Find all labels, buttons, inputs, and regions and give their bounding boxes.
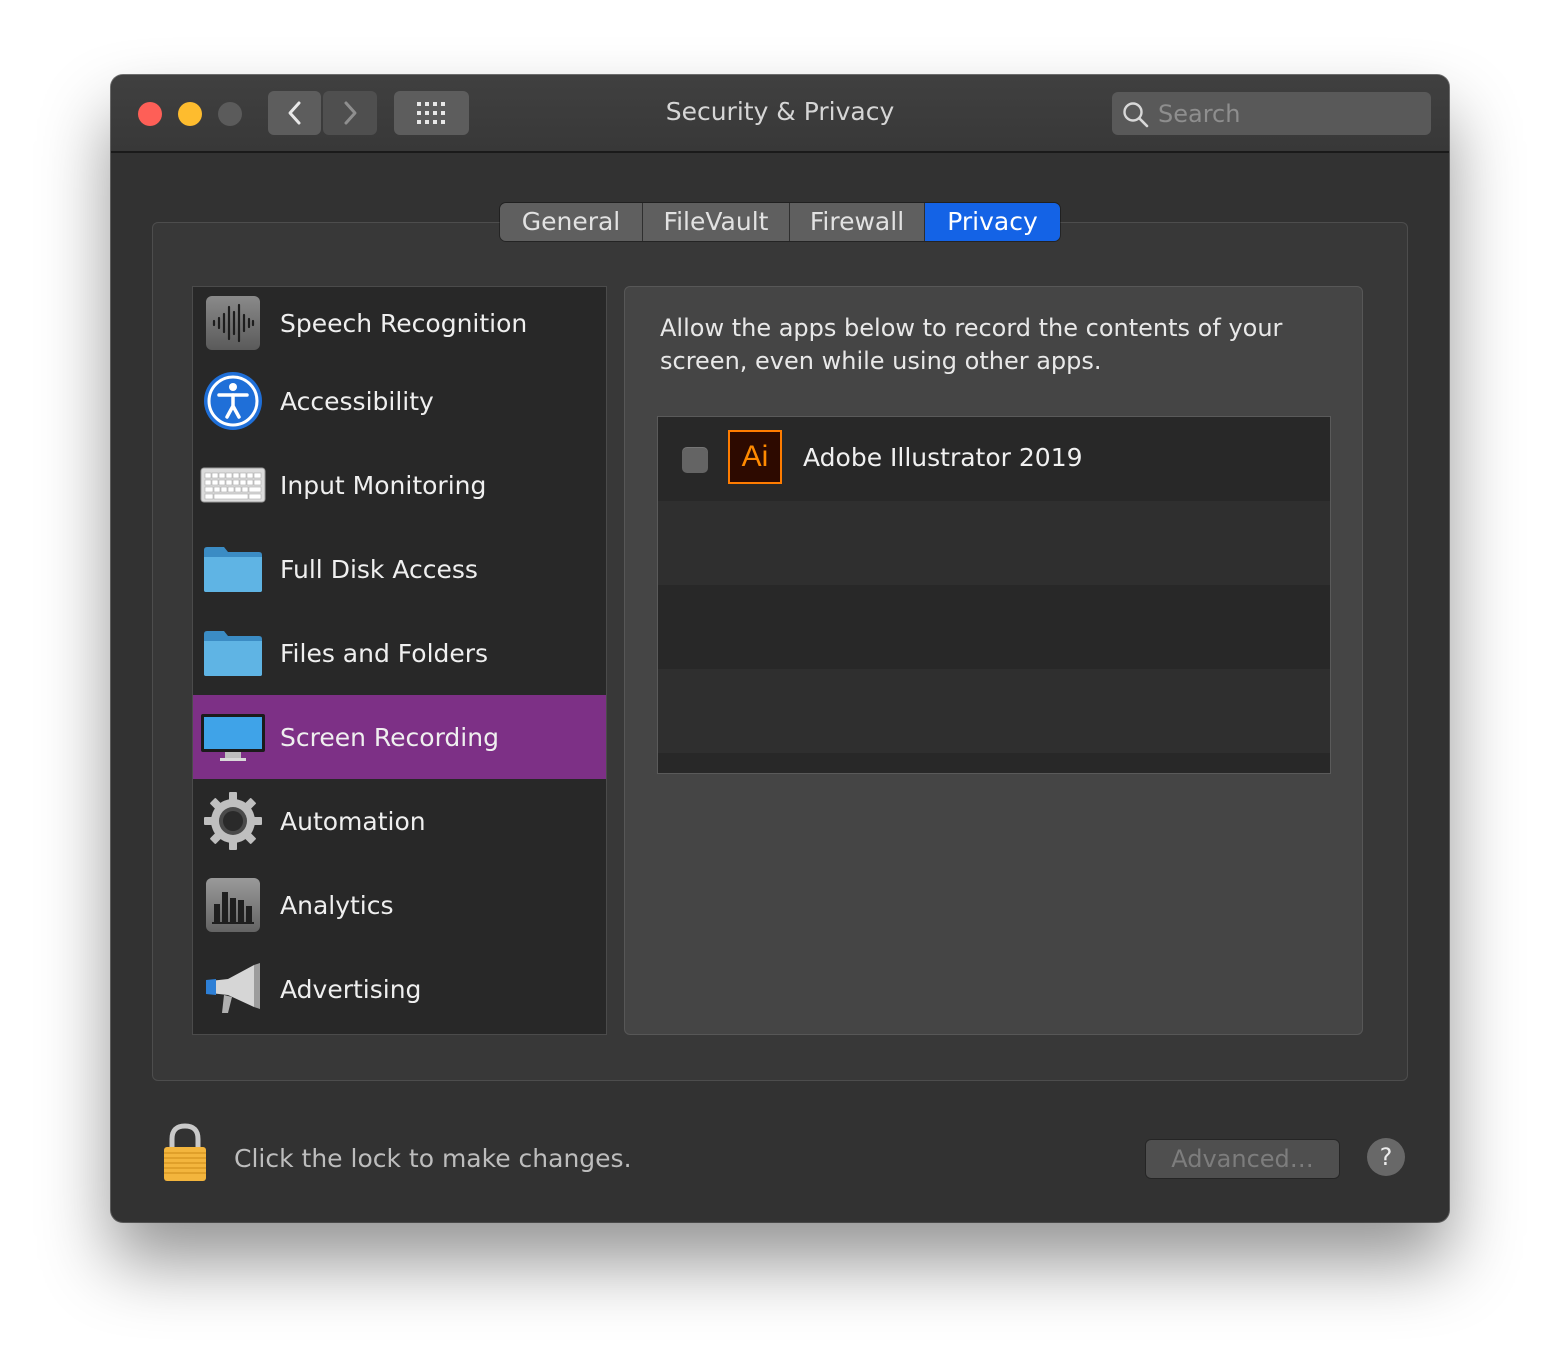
zoom-button[interactable] xyxy=(218,102,242,126)
sidebar-item-automation[interactable]: Automation xyxy=(193,779,606,863)
folder-icon xyxy=(199,619,267,687)
sidebar-item-screen-recording[interactable]: Screen Recording xyxy=(193,695,606,779)
bar-chart-icon xyxy=(199,871,267,939)
waveform-icon xyxy=(199,289,267,357)
grid-icon xyxy=(416,102,445,124)
help-button[interactable]: ? xyxy=(1367,1138,1405,1176)
megaphone-icon xyxy=(199,955,267,1023)
minimize-button[interactable] xyxy=(178,102,202,126)
lock-status-text: Click the lock to make changes. xyxy=(234,1144,632,1173)
empty-row xyxy=(658,669,1330,753)
lock-button[interactable] xyxy=(162,1123,208,1183)
sidebar-item-label: Screen Recording xyxy=(280,722,499,752)
show-all-button[interactable] xyxy=(394,91,469,135)
tab-filevault[interactable]: FileVault xyxy=(643,203,790,241)
app-name: Adobe Illustrator 2019 xyxy=(803,443,1083,472)
sidebar-item-full-disk-access[interactable]: Full Disk Access xyxy=(193,527,606,611)
illustrator-app-icon: Ai xyxy=(728,430,782,484)
tab-bar: General FileVault Firewall Privacy xyxy=(500,203,1060,241)
privacy-category-list: Speech Recognition Accessibility Input M… xyxy=(192,286,607,1035)
sidebar-item-files-and-folders[interactable]: Files and Folders xyxy=(193,611,606,695)
sidebar-item-label: Speech Recognition xyxy=(280,308,528,338)
search-input[interactable] xyxy=(1156,97,1420,131)
sidebar-item-analytics[interactable]: Analytics xyxy=(193,863,606,947)
advanced-button[interactable]: Advanced… xyxy=(1146,1140,1339,1178)
sidebar-item-speech-recognition[interactable]: Speech Recognition xyxy=(193,287,606,359)
accessibility-icon xyxy=(199,367,267,435)
tab-privacy[interactable]: Privacy xyxy=(925,203,1060,241)
empty-row xyxy=(658,585,1330,669)
screen-recording-panel: Allow the apps below to record the conte… xyxy=(624,286,1363,1035)
panel-description: Allow the apps below to record the conte… xyxy=(660,314,1283,375)
forward-button[interactable] xyxy=(323,91,377,135)
chevron-left-icon xyxy=(288,101,300,125)
sidebar-item-label: Input Monitoring xyxy=(280,470,487,500)
tab-general[interactable]: General xyxy=(500,203,643,241)
padlock-icon xyxy=(164,1123,206,1181)
close-button[interactable] xyxy=(138,102,162,126)
list-item[interactable]: Ai Adobe Illustrator 2019 xyxy=(658,417,1330,501)
chevron-right-icon xyxy=(344,101,357,125)
sidebar-item-label: Accessibility xyxy=(280,386,434,416)
keyboard-icon xyxy=(199,451,267,519)
gear-icon xyxy=(199,787,267,855)
preferences-window: Security & Privacy General FileVault Fir… xyxy=(111,75,1449,1222)
sidebar-item-label: Advertising xyxy=(280,974,422,1004)
sidebar-item-label: Automation xyxy=(280,806,426,836)
title-bar: Security & Privacy xyxy=(111,75,1449,153)
sidebar-item-input-monitoring[interactable]: Input Monitoring xyxy=(193,443,606,527)
sidebar-item-label: Files and Folders xyxy=(280,638,489,668)
sidebar-item-advertising[interactable]: Advertising xyxy=(193,947,606,1031)
back-button[interactable] xyxy=(268,91,321,135)
display-icon xyxy=(199,703,267,771)
sidebar-item-label: Full Disk Access xyxy=(280,554,478,584)
folder-icon xyxy=(199,535,267,603)
tab-firewall[interactable]: Firewall xyxy=(790,203,925,241)
window-title: Security & Privacy xyxy=(665,97,895,126)
search-field[interactable] xyxy=(1112,92,1431,135)
sidebar-item-label: Analytics xyxy=(280,890,394,920)
empty-row xyxy=(658,753,1330,773)
search-icon xyxy=(1123,102,1149,128)
empty-row xyxy=(658,501,1330,585)
app-permission-checkbox[interactable] xyxy=(682,447,708,473)
sidebar-item-accessibility[interactable]: Accessibility xyxy=(193,359,606,443)
app-list: Ai Adobe Illustrator 2019 xyxy=(657,416,1331,774)
